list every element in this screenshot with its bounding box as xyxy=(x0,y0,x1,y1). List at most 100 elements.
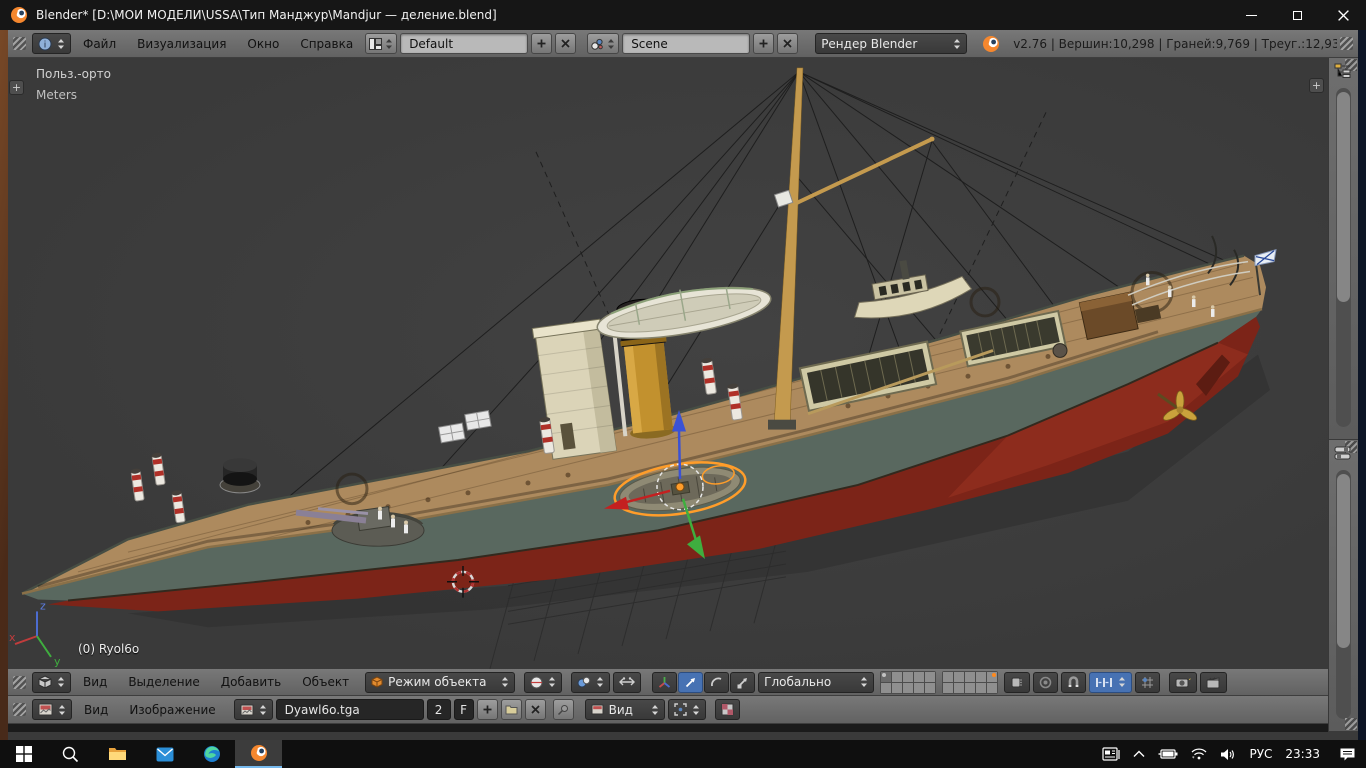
volume-icon[interactable] xyxy=(1220,748,1236,761)
menu-add[interactable]: Добавить xyxy=(212,675,290,689)
screen-layout-icon-button[interactable] xyxy=(365,33,397,54)
screen-layout-name[interactable]: Default xyxy=(400,33,528,54)
image-icon xyxy=(240,704,254,716)
image-users-count[interactable]: 2 xyxy=(427,699,451,720)
viewport-shading-selector[interactable] xyxy=(524,672,562,693)
snap-toggle[interactable] xyxy=(1061,672,1086,693)
manipulator-translate-toggle[interactable] xyxy=(678,672,703,693)
opengl-render-button[interactable] xyxy=(1169,672,1197,693)
layer-13[interactable] xyxy=(903,683,913,693)
clock[interactable]: 23:33 xyxy=(1285,747,1320,761)
delete-scene-button[interactable] xyxy=(777,33,798,54)
blender-taskbar-button[interactable] xyxy=(235,740,282,768)
uv-pivot-selector[interactable] xyxy=(668,699,706,720)
layer-7[interactable] xyxy=(954,672,964,682)
layer-15[interactable] xyxy=(925,683,935,693)
new-image-button[interactable] xyxy=(477,699,498,720)
pivot-point-selector[interactable] xyxy=(571,672,610,693)
properties-editor-collapsed[interactable] xyxy=(1329,440,1358,732)
menu-view[interactable]: Вид xyxy=(74,675,116,689)
opengl-render-anim-button[interactable] xyxy=(1200,672,1227,693)
editor-type-selector-info[interactable]: i xyxy=(32,33,71,54)
menu-view-image[interactable]: Вид xyxy=(75,703,117,717)
layer-5[interactable] xyxy=(925,672,935,682)
manipulator-scale-toggle[interactable] xyxy=(730,672,755,693)
layer-8[interactable] xyxy=(965,672,975,682)
add-scene-button[interactable] xyxy=(753,33,774,54)
menu-file[interactable]: Файл xyxy=(74,37,125,51)
menu-window[interactable]: Окно xyxy=(238,37,288,51)
close-button[interactable] xyxy=(1320,0,1366,30)
image-datablock-selector[interactable] xyxy=(234,699,273,720)
edge-browser-button[interactable] xyxy=(188,740,235,768)
image-display-mode-selector[interactable]: Вид xyxy=(585,699,665,720)
minimize-button[interactable] xyxy=(1228,0,1274,30)
fake-user-toggle[interactable]: F xyxy=(454,699,474,720)
battery-icon[interactable] xyxy=(1158,748,1178,760)
area-corner-grip[interactable] xyxy=(1340,37,1353,50)
layer-3[interactable] xyxy=(903,672,913,682)
menu-help[interactable]: Справка xyxy=(291,37,362,51)
area-corner-grip[interactable] xyxy=(13,37,26,50)
draw-alpha-toggle[interactable] xyxy=(715,699,740,720)
render-engine-selector[interactable]: Рендер Blender xyxy=(815,33,967,54)
add-layout-button[interactable] xyxy=(531,33,552,54)
mode-selector[interactable]: Режим объекта xyxy=(365,672,515,693)
layer-17[interactable] xyxy=(954,683,964,693)
toolshelf-expand-button[interactable]: + xyxy=(9,80,24,95)
scene-name[interactable]: Scene xyxy=(622,33,750,54)
layer-19[interactable] xyxy=(976,683,986,693)
open-image-button[interactable] xyxy=(501,699,522,720)
layer-2[interactable] xyxy=(892,672,902,682)
manipulator-rotate-toggle[interactable] xyxy=(704,672,729,693)
scene-icon-button[interactable] xyxy=(587,33,619,54)
unlink-image-button[interactable] xyxy=(525,699,546,720)
area-corner-grip[interactable] xyxy=(13,676,26,689)
layer-6[interactable] xyxy=(943,672,953,682)
properties-scrollbar[interactable] xyxy=(1336,470,1351,719)
search-icon xyxy=(62,746,79,763)
snap-element-selector[interactable] xyxy=(1089,672,1132,693)
language-indicator[interactable]: РУС xyxy=(1249,747,1272,761)
editor-type-selector-image[interactable] xyxy=(32,699,72,720)
layer-12[interactable] xyxy=(892,683,902,693)
layer-9[interactable] xyxy=(976,672,986,682)
delete-layout-button[interactable] xyxy=(555,33,576,54)
menu-select[interactable]: Выделение xyxy=(119,675,208,689)
layer-10[interactable] xyxy=(987,672,997,682)
menu-object[interactable]: Объект xyxy=(293,675,358,689)
image-name-field[interactable]: Dyawl6o.tga xyxy=(276,699,424,720)
lock-to-scene-toggle[interactable] xyxy=(1004,672,1030,693)
layer-4[interactable] xyxy=(914,672,924,682)
mail-button[interactable] xyxy=(141,740,188,768)
layer-11[interactable] xyxy=(881,683,891,693)
file-explorer-button[interactable] xyxy=(94,740,141,768)
layer-1[interactable] xyxy=(881,672,891,682)
properties-shelf-expand-button[interactable]: + xyxy=(1309,78,1324,93)
pin-image-toggle[interactable] xyxy=(553,699,574,720)
layer-16[interactable] xyxy=(943,683,953,693)
layer-18[interactable] xyxy=(965,683,975,693)
hidden-icons-chevron[interactable] xyxy=(1133,750,1145,758)
outliner-editor-collapsed[interactable] xyxy=(1329,58,1358,440)
transform-orientation-selector[interactable]: Глобально xyxy=(758,672,874,693)
menu-render[interactable]: Визуализация xyxy=(128,37,235,51)
editor-type-selector-3dview[interactable] xyxy=(32,672,71,693)
action-center-icon[interactable] xyxy=(1339,747,1356,762)
snap-target-button[interactable] xyxy=(1135,672,1160,693)
layer-14[interactable] xyxy=(914,683,924,693)
manipulate-center-points-toggle[interactable] xyxy=(613,672,641,693)
manipulator-axes-toggle[interactable] xyxy=(652,672,677,693)
outliner-scrollbar[interactable] xyxy=(1336,88,1351,427)
maximize-button[interactable] xyxy=(1274,0,1320,30)
area-corner-grip[interactable] xyxy=(1345,718,1357,730)
wifi-icon[interactable]: * xyxy=(1191,748,1207,760)
menu-image[interactable]: Изображение xyxy=(120,703,224,717)
proportional-edit-selector[interactable] xyxy=(1033,672,1058,693)
viewport-3d[interactable]: x z y Польз.-орто Meters (0) Ryol6o + + xyxy=(8,58,1328,669)
news-widget-icon[interactable] xyxy=(1102,747,1120,762)
area-corner-grip[interactable] xyxy=(13,703,26,716)
layer-20[interactable] xyxy=(987,683,997,693)
start-button[interactable] xyxy=(0,740,47,768)
search-button[interactable] xyxy=(47,740,94,768)
